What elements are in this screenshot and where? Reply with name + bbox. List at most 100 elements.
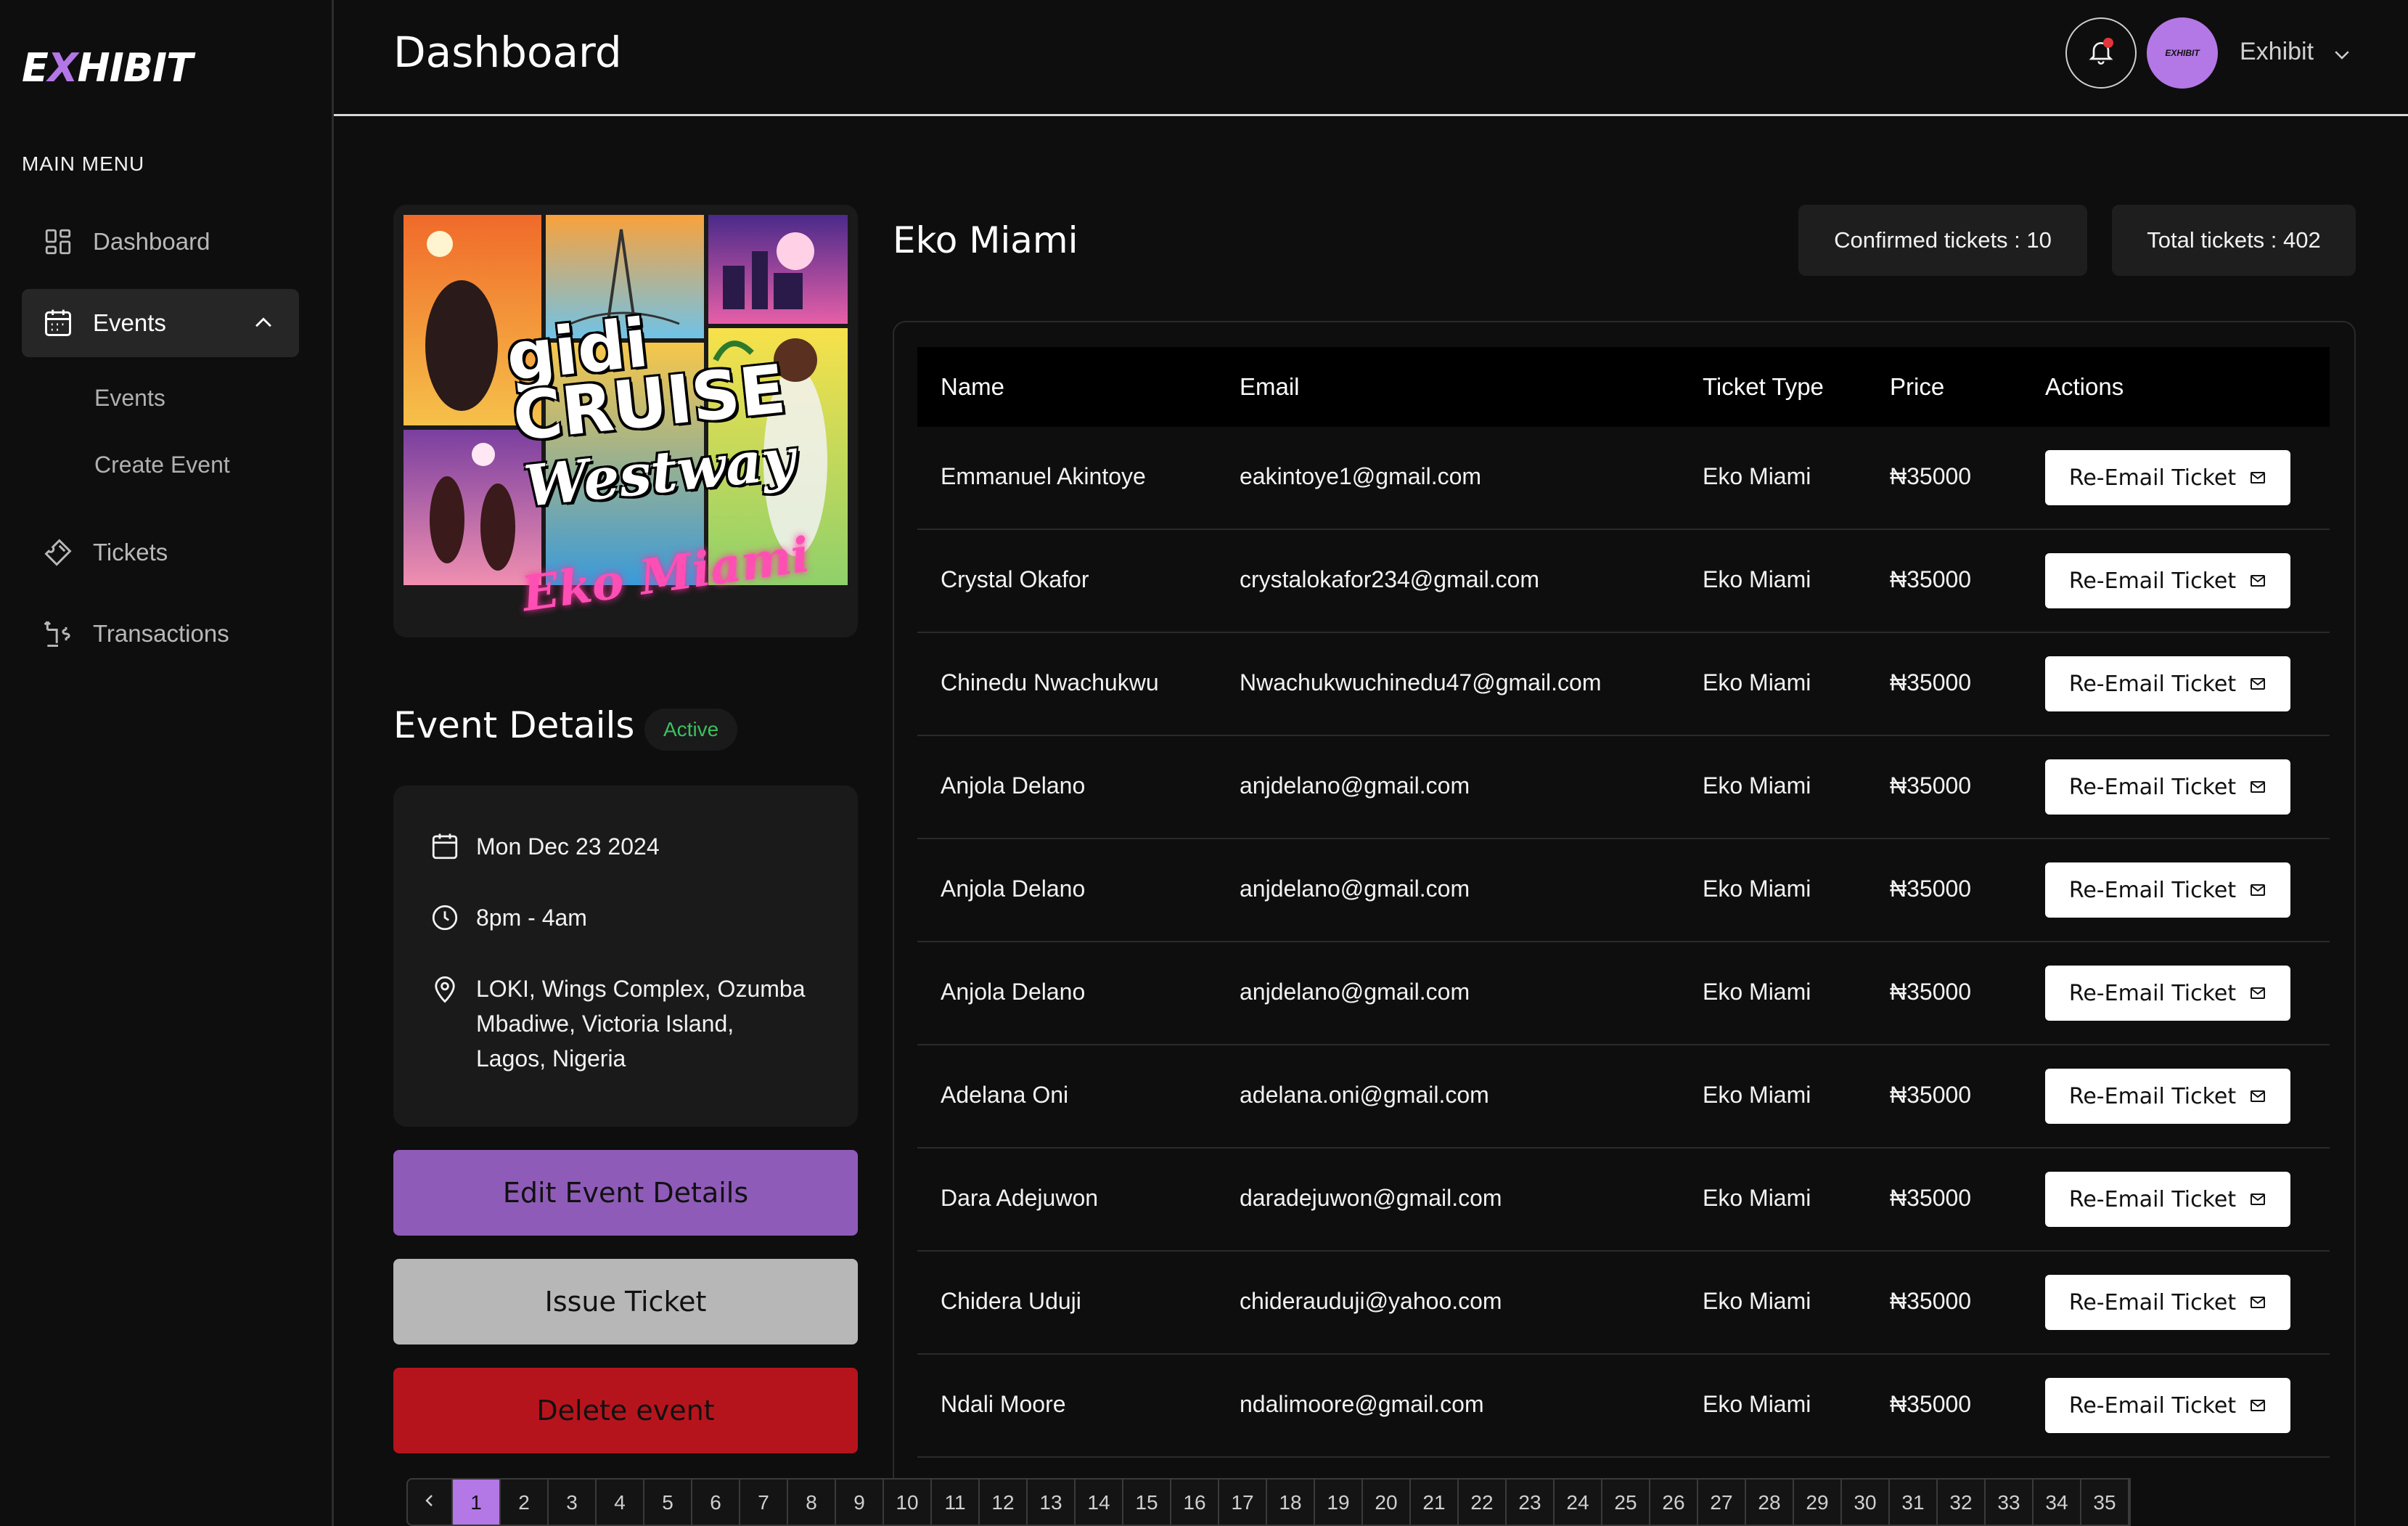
page-5-button[interactable]: 5 (644, 1480, 692, 1525)
re-email-ticket-button[interactable]: Re-Email Ticket (2045, 553, 2290, 608)
page-27-button[interactable]: 27 (1698, 1480, 1746, 1525)
re-email-ticket-button[interactable]: Re-Email Ticket (2045, 656, 2290, 711)
page-18-button[interactable]: 18 (1267, 1480, 1315, 1525)
page-17-button[interactable]: 17 (1219, 1480, 1267, 1525)
header-price[interactable]: Price (1890, 373, 1944, 401)
avatar[interactable]: EXHIBIT (2147, 17, 2218, 89)
attendee-email: eakintoye1@gmail.com (1240, 463, 1482, 489)
sidebar-subitem-create-event[interactable]: Create Event (94, 452, 230, 478)
page-15-button[interactable]: 15 (1123, 1480, 1171, 1525)
re-email-ticket-button[interactable]: Re-Email Ticket (2045, 1069, 2290, 1124)
page-7-button[interactable]: 7 (740, 1480, 788, 1525)
page-1-button[interactable]: 1 (453, 1480, 501, 1525)
notification-button[interactable] (2065, 17, 2137, 89)
exhibit-logo[interactable]: EXHIBIT (22, 45, 193, 91)
table-row: Chidera Uduji chiderauduji@yahoo.com Eko M… (917, 1252, 2330, 1355)
user-name[interactable]: Exhibit (2240, 38, 2314, 66)
page-21-button[interactable]: 21 (1411, 1480, 1459, 1525)
status-badge: Active (644, 709, 738, 751)
grid-icon (42, 226, 74, 258)
chevron-left-icon (421, 1491, 438, 1514)
re-email-ticket-button[interactable]: Re-Email Ticket (2045, 862, 2290, 918)
attendee-email: anjdelano@gmail.com (1240, 876, 1470, 902)
attendee-name: Chidera Uduji (941, 1288, 1081, 1314)
re-email-ticket-button[interactable]: Re-Email Ticket (2045, 1275, 2290, 1330)
re-email-label: Re-Email Ticket (2068, 774, 2237, 800)
page-4-button[interactable]: 4 (597, 1480, 644, 1525)
re-email-label: Re-Email Ticket (2068, 1392, 2237, 1419)
page-2-button[interactable]: 2 (501, 1480, 549, 1525)
delete-event-button[interactable]: Delete event (393, 1368, 858, 1453)
ticket-price: ₦35000 (1890, 979, 1972, 1005)
re-email-ticket-button[interactable]: Re-Email Ticket (2045, 450, 2290, 505)
ticket-price: ₦35000 (1890, 1082, 1972, 1108)
re-email-label: Re-Email Ticket (2068, 1186, 2237, 1212)
page-20-button[interactable]: 20 (1363, 1480, 1411, 1525)
re-email-ticket-button[interactable]: Re-Email Ticket (2045, 966, 2290, 1021)
table-row: Anjola Delano anjdelano@gmail.com Eko Miam… (917, 736, 2330, 839)
total-tickets-stat: Total tickets : 402 (2112, 205, 2356, 276)
attendee-name: Adelana Oni (941, 1082, 1069, 1108)
attendees-table: Name Email Ticket Type Price Actions Emm… (893, 321, 2356, 1526)
page-8-button[interactable]: 8 (788, 1480, 836, 1525)
re-email-ticket-button[interactable]: Re-Email Ticket (2045, 1378, 2290, 1433)
page-30-button[interactable]: 30 (1842, 1480, 1890, 1525)
ticket-type: Eko Miami (1703, 979, 1811, 1005)
prev-page-button[interactable] (408, 1480, 453, 1525)
sidebar-subitem-events[interactable]: Events (94, 385, 165, 412)
attendee-name: Chinedu Nwachukwu (941, 669, 1159, 695)
page-32-button[interactable]: 32 (1938, 1480, 1986, 1525)
mail-icon (2249, 1397, 2266, 1414)
page-35-button[interactable]: 35 (2081, 1480, 2129, 1525)
page-25-button[interactable]: 25 (1602, 1480, 1650, 1525)
ticket-icon (42, 536, 74, 568)
issue-ticket-button[interactable]: Issue Ticket (393, 1259, 858, 1345)
header-ticket-type[interactable]: Ticket Type (1703, 373, 1824, 401)
header-name[interactable]: Name (941, 373, 1004, 401)
page-title: Dashboard (393, 28, 622, 77)
page-23-button[interactable]: 23 (1507, 1480, 1555, 1525)
page-19-button[interactable]: 19 (1315, 1480, 1363, 1525)
sidebar-item-dashboard[interactable]: Dashboard (22, 208, 299, 276)
re-email-label: Re-Email Ticket (2068, 1083, 2237, 1109)
page-6-button[interactable]: 6 (692, 1480, 740, 1525)
page-16-button[interactable]: 16 (1171, 1480, 1219, 1525)
attendee-email: chiderauduji@yahoo.com (1240, 1288, 1502, 1314)
page-33-button[interactable]: 33 (1986, 1480, 2034, 1525)
table-row: Dara Adejuwon daradejuwon@gmail.com Eko Mi… (917, 1148, 2330, 1252)
sidebar-item-tickets[interactable]: Tickets (22, 518, 299, 587)
page-12-button[interactable]: 12 (980, 1480, 1028, 1525)
page-10-button[interactable]: 10 (884, 1480, 932, 1525)
page-34-button[interactable]: 34 (2034, 1480, 2081, 1525)
page-11-button[interactable]: 11 (932, 1480, 980, 1525)
mail-icon (2249, 1088, 2266, 1105)
page-9-button[interactable]: 9 (836, 1480, 884, 1525)
page-29-button[interactable]: 29 (1794, 1480, 1842, 1525)
page-31-button[interactable]: 31 (1890, 1480, 1938, 1525)
re-email-ticket-button[interactable]: Re-Email Ticket (2045, 759, 2290, 815)
event-poster: gidi CRUISE Westway Eko Miami (393, 205, 858, 637)
re-email-label: Re-Email Ticket (2068, 980, 2237, 1006)
page-13-button[interactable]: 13 (1028, 1480, 1076, 1525)
main-menu-title: MAIN MENU (22, 152, 145, 175)
page-3-button[interactable]: 3 (549, 1480, 597, 1525)
chevron-down-icon[interactable] (2331, 44, 2353, 69)
re-email-ticket-button[interactable]: Re-Email Ticket (2045, 1172, 2290, 1227)
table-row: Anjola Delano anjdelano@gmail.com Eko Miam… (917, 839, 2330, 942)
sidebar-item-events[interactable]: Events (22, 289, 299, 357)
page-24-button[interactable]: 24 (1555, 1480, 1602, 1525)
attendee-name: Emmanuel Akintoye (941, 463, 1146, 489)
poster-title-gidi-cruise: gidi CRUISE (503, 303, 790, 456)
header-email[interactable]: Email (1240, 373, 1300, 401)
event-date: Mon Dec 23 2024 (476, 833, 660, 860)
event-date-row: Mon Dec 23 2024 (430, 829, 660, 864)
page-26-button[interactable]: 26 (1650, 1480, 1698, 1525)
chevron-up-icon[interactable] (251, 311, 276, 341)
page-22-button[interactable]: 22 (1459, 1480, 1507, 1525)
calendar-icon (42, 307, 74, 339)
edit-event-button[interactable]: Edit Event Details (393, 1150, 858, 1236)
sidebar-item-transactions[interactable]: Transactions (22, 600, 299, 668)
attendee-email: Nwachukwuchinedu47@gmail.com (1240, 669, 1602, 695)
page-28-button[interactable]: 28 (1746, 1480, 1794, 1525)
page-14-button[interactable]: 14 (1076, 1480, 1123, 1525)
